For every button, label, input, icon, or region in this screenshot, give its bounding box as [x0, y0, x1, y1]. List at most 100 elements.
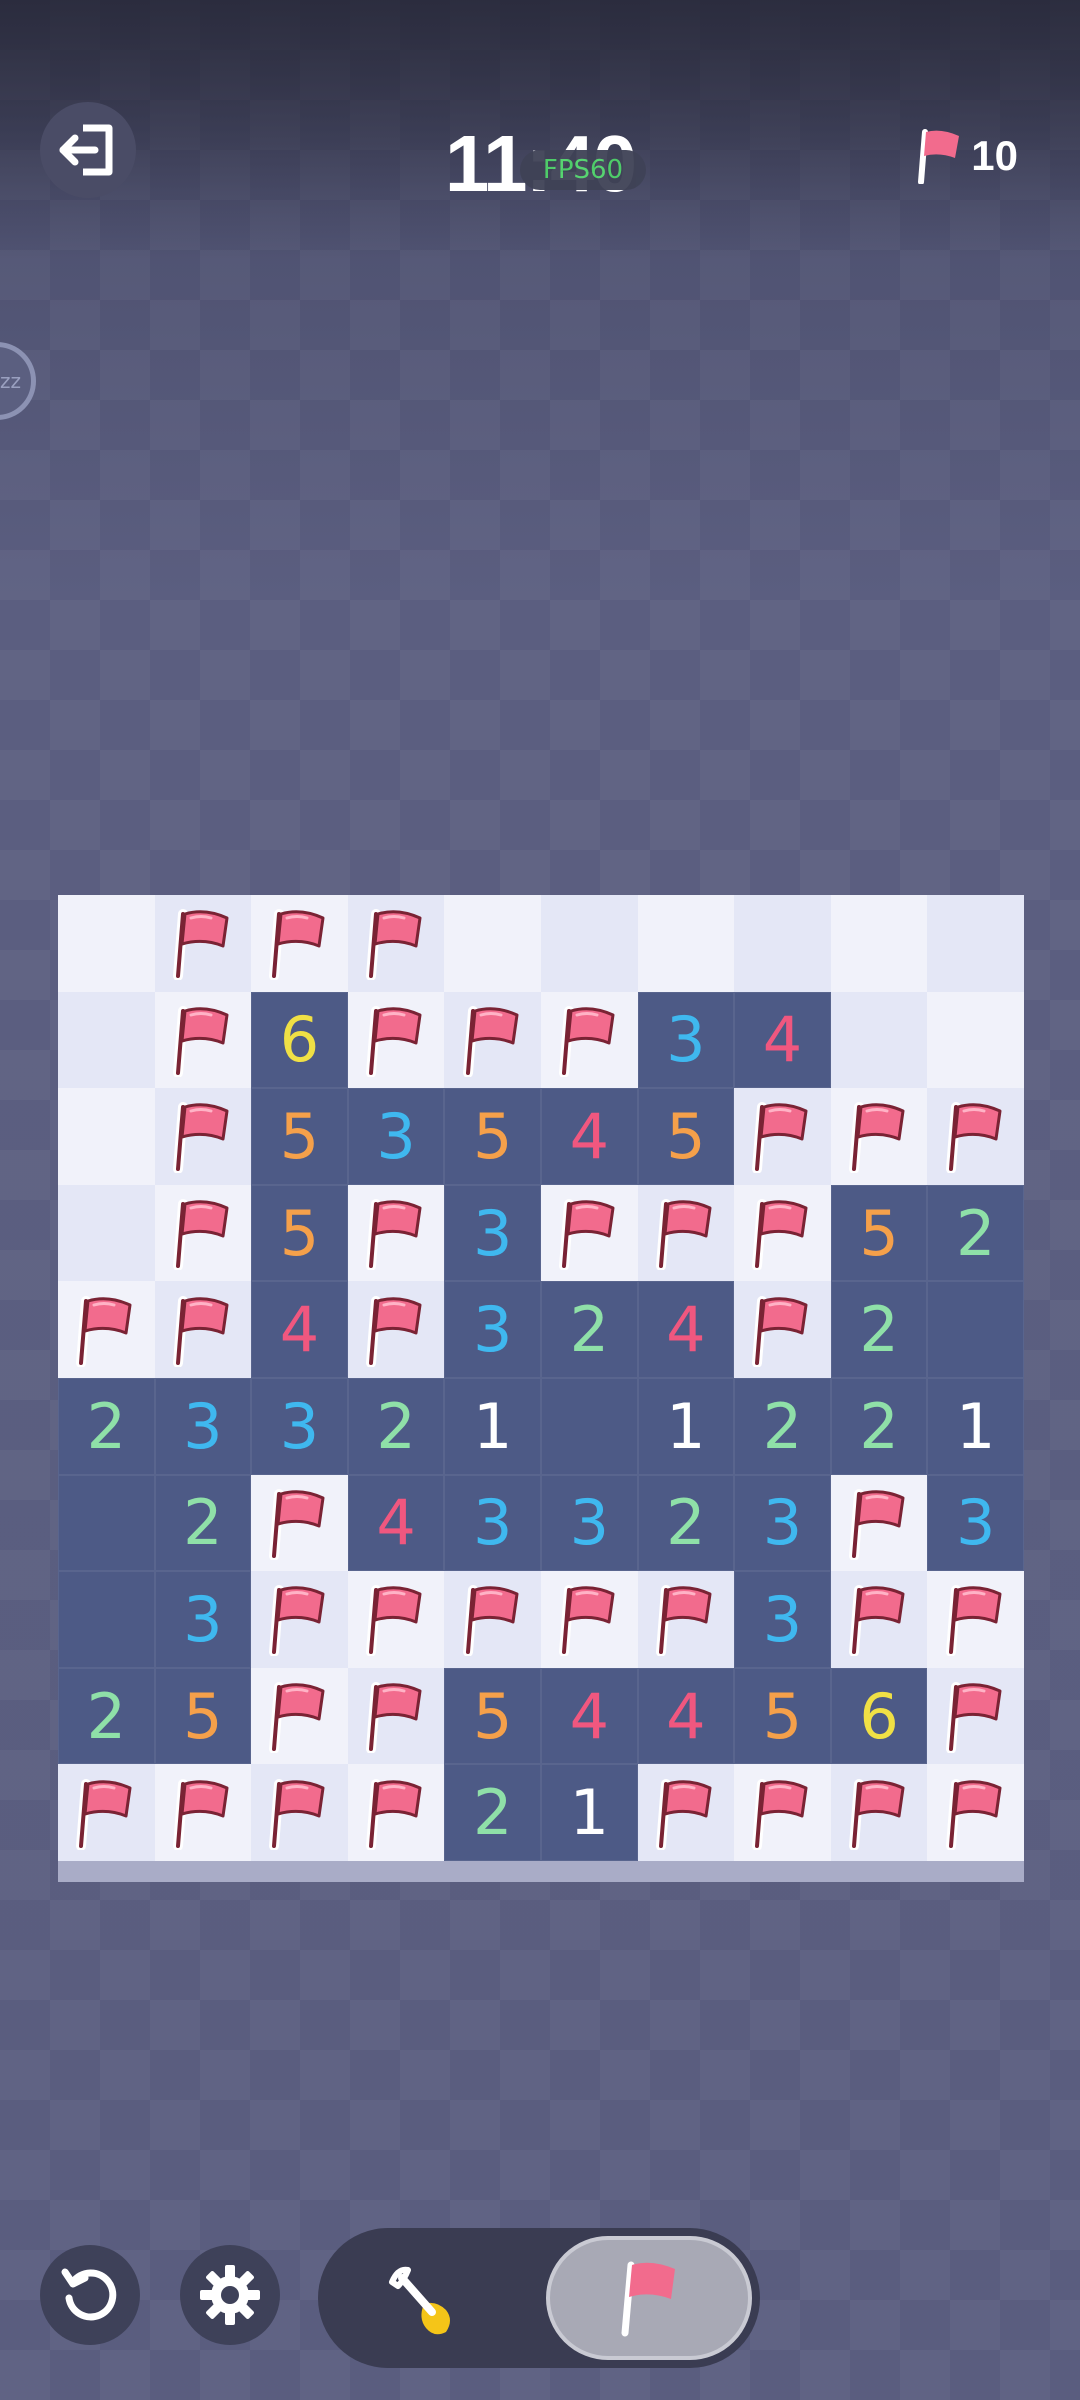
- flagged-cell[interactable]: [347, 1667, 445, 1765]
- flagged-cell[interactable]: [347, 895, 445, 992]
- empty-revealed-cell[interactable]: [58, 1571, 155, 1668]
- flagged-cell[interactable]: [154, 1184, 252, 1282]
- number-cell[interactable]: 3: [444, 1184, 541, 1282]
- flagged-cell[interactable]: [637, 1571, 735, 1668]
- number-cell[interactable]: 5: [734, 1667, 831, 1765]
- number-cell[interactable]: 5: [154, 1667, 252, 1765]
- number-cell[interactable]: 6: [251, 991, 348, 1089]
- empty-revealed-cell[interactable]: [540, 1377, 638, 1475]
- flagged-cell[interactable]: [154, 1764, 252, 1861]
- hidden-cell[interactable]: [927, 895, 1024, 992]
- flagged-cell[interactable]: [444, 1571, 541, 1668]
- hidden-cell[interactable]: [58, 1088, 155, 1185]
- flagged-cell[interactable]: [58, 1764, 155, 1861]
- flagged-cell[interactable]: [347, 1281, 445, 1378]
- flagged-cell[interactable]: [927, 1667, 1024, 1765]
- number-cell[interactable]: 2: [734, 1377, 831, 1475]
- number-cell[interactable]: 3: [734, 1571, 831, 1668]
- number-cell[interactable]: 4: [734, 991, 831, 1089]
- number-cell[interactable]: 1: [540, 1764, 638, 1861]
- flagged-cell[interactable]: [927, 1571, 1024, 1668]
- dig-mode-button[interactable]: [376, 2252, 472, 2348]
- number-cell[interactable]: 2: [154, 1474, 252, 1572]
- flagged-cell[interactable]: [251, 1571, 348, 1668]
- number-cell[interactable]: 3: [927, 1474, 1024, 1572]
- number-cell[interactable]: 4: [540, 1667, 638, 1765]
- number-cell[interactable]: 1: [637, 1377, 735, 1475]
- number-cell[interactable]: 3: [444, 1474, 541, 1572]
- restart-button[interactable]: [40, 2245, 140, 2345]
- flagged-cell[interactable]: [154, 895, 252, 992]
- flagged-cell[interactable]: [154, 991, 252, 1089]
- flagged-cell[interactable]: [927, 1764, 1024, 1861]
- flagged-cell[interactable]: [251, 1474, 348, 1572]
- number-cell[interactable]: 5: [637, 1088, 735, 1185]
- flagged-cell[interactable]: [540, 1184, 638, 1282]
- number-cell[interactable]: 2: [830, 1281, 928, 1378]
- flagged-cell[interactable]: [444, 991, 541, 1089]
- flag-mode-button[interactable]: [546, 2236, 752, 2360]
- flagged-cell[interactable]: [154, 1088, 252, 1185]
- number-cell[interactable]: 5: [444, 1088, 541, 1185]
- hidden-cell[interactable]: [58, 1184, 155, 1282]
- number-cell[interactable]: 1: [444, 1377, 541, 1475]
- settings-button[interactable]: [180, 2245, 280, 2345]
- number-cell[interactable]: 6: [830, 1667, 928, 1765]
- flagged-cell[interactable]: [58, 1281, 155, 1378]
- number-cell[interactable]: 5: [251, 1088, 348, 1185]
- hidden-cell[interactable]: [927, 991, 1024, 1089]
- number-cell[interactable]: 3: [734, 1474, 831, 1572]
- number-cell[interactable]: 4: [251, 1281, 348, 1378]
- number-cell[interactable]: 5: [444, 1667, 541, 1765]
- number-cell[interactable]: 4: [637, 1667, 735, 1765]
- number-cell[interactable]: 5: [251, 1184, 348, 1282]
- number-cell[interactable]: 3: [637, 991, 735, 1089]
- number-cell[interactable]: 2: [347, 1377, 445, 1475]
- number-cell[interactable]: 1: [927, 1377, 1024, 1475]
- number-cell[interactable]: 2: [637, 1474, 735, 1572]
- number-cell[interactable]: 5: [830, 1184, 928, 1282]
- hidden-cell[interactable]: [637, 895, 735, 992]
- hidden-cell[interactable]: [830, 991, 928, 1089]
- flagged-cell[interactable]: [830, 1474, 928, 1572]
- number-cell[interactable]: 2: [927, 1184, 1024, 1282]
- number-cell[interactable]: 2: [58, 1667, 155, 1765]
- flagged-cell[interactable]: [347, 991, 445, 1089]
- flagged-cell[interactable]: [154, 1281, 252, 1378]
- number-cell[interactable]: 3: [154, 1377, 252, 1475]
- flagged-cell[interactable]: [637, 1764, 735, 1861]
- empty-revealed-cell[interactable]: [927, 1281, 1024, 1378]
- empty-revealed-cell[interactable]: [58, 1474, 155, 1572]
- flagged-cell[interactable]: [347, 1764, 445, 1861]
- flagged-cell[interactable]: [734, 1764, 831, 1861]
- number-cell[interactable]: 3: [540, 1474, 638, 1572]
- hidden-cell[interactable]: [58, 991, 155, 1089]
- flagged-cell[interactable]: [347, 1571, 445, 1668]
- number-cell[interactable]: 4: [347, 1474, 445, 1572]
- hidden-cell[interactable]: [540, 895, 638, 992]
- number-cell[interactable]: 2: [830, 1377, 928, 1475]
- flagged-cell[interactable]: [830, 1571, 928, 1668]
- flagged-cell[interactable]: [927, 1088, 1024, 1185]
- number-cell[interactable]: 4: [637, 1281, 735, 1378]
- number-cell[interactable]: 3: [251, 1377, 348, 1475]
- flagged-cell[interactable]: [347, 1184, 445, 1282]
- flagged-cell[interactable]: [830, 1764, 928, 1861]
- flagged-cell[interactable]: [734, 1281, 831, 1378]
- number-cell[interactable]: 3: [444, 1281, 541, 1378]
- hidden-cell[interactable]: [734, 895, 831, 992]
- hidden-cell[interactable]: [444, 895, 541, 992]
- hidden-cell[interactable]: [830, 895, 928, 992]
- number-cell[interactable]: 4: [540, 1088, 638, 1185]
- flagged-cell[interactable]: [251, 1764, 348, 1861]
- flagged-cell[interactable]: [251, 1667, 348, 1765]
- flagged-cell[interactable]: [734, 1088, 831, 1185]
- number-cell[interactable]: 2: [58, 1377, 155, 1475]
- flagged-cell[interactable]: [734, 1184, 831, 1282]
- flagged-cell[interactable]: [830, 1088, 928, 1185]
- flagged-cell[interactable]: [637, 1184, 735, 1282]
- number-cell[interactable]: 2: [540, 1281, 638, 1378]
- flagged-cell[interactable]: [540, 1571, 638, 1668]
- number-cell[interactable]: 3: [154, 1571, 252, 1668]
- flagged-cell[interactable]: [251, 895, 348, 992]
